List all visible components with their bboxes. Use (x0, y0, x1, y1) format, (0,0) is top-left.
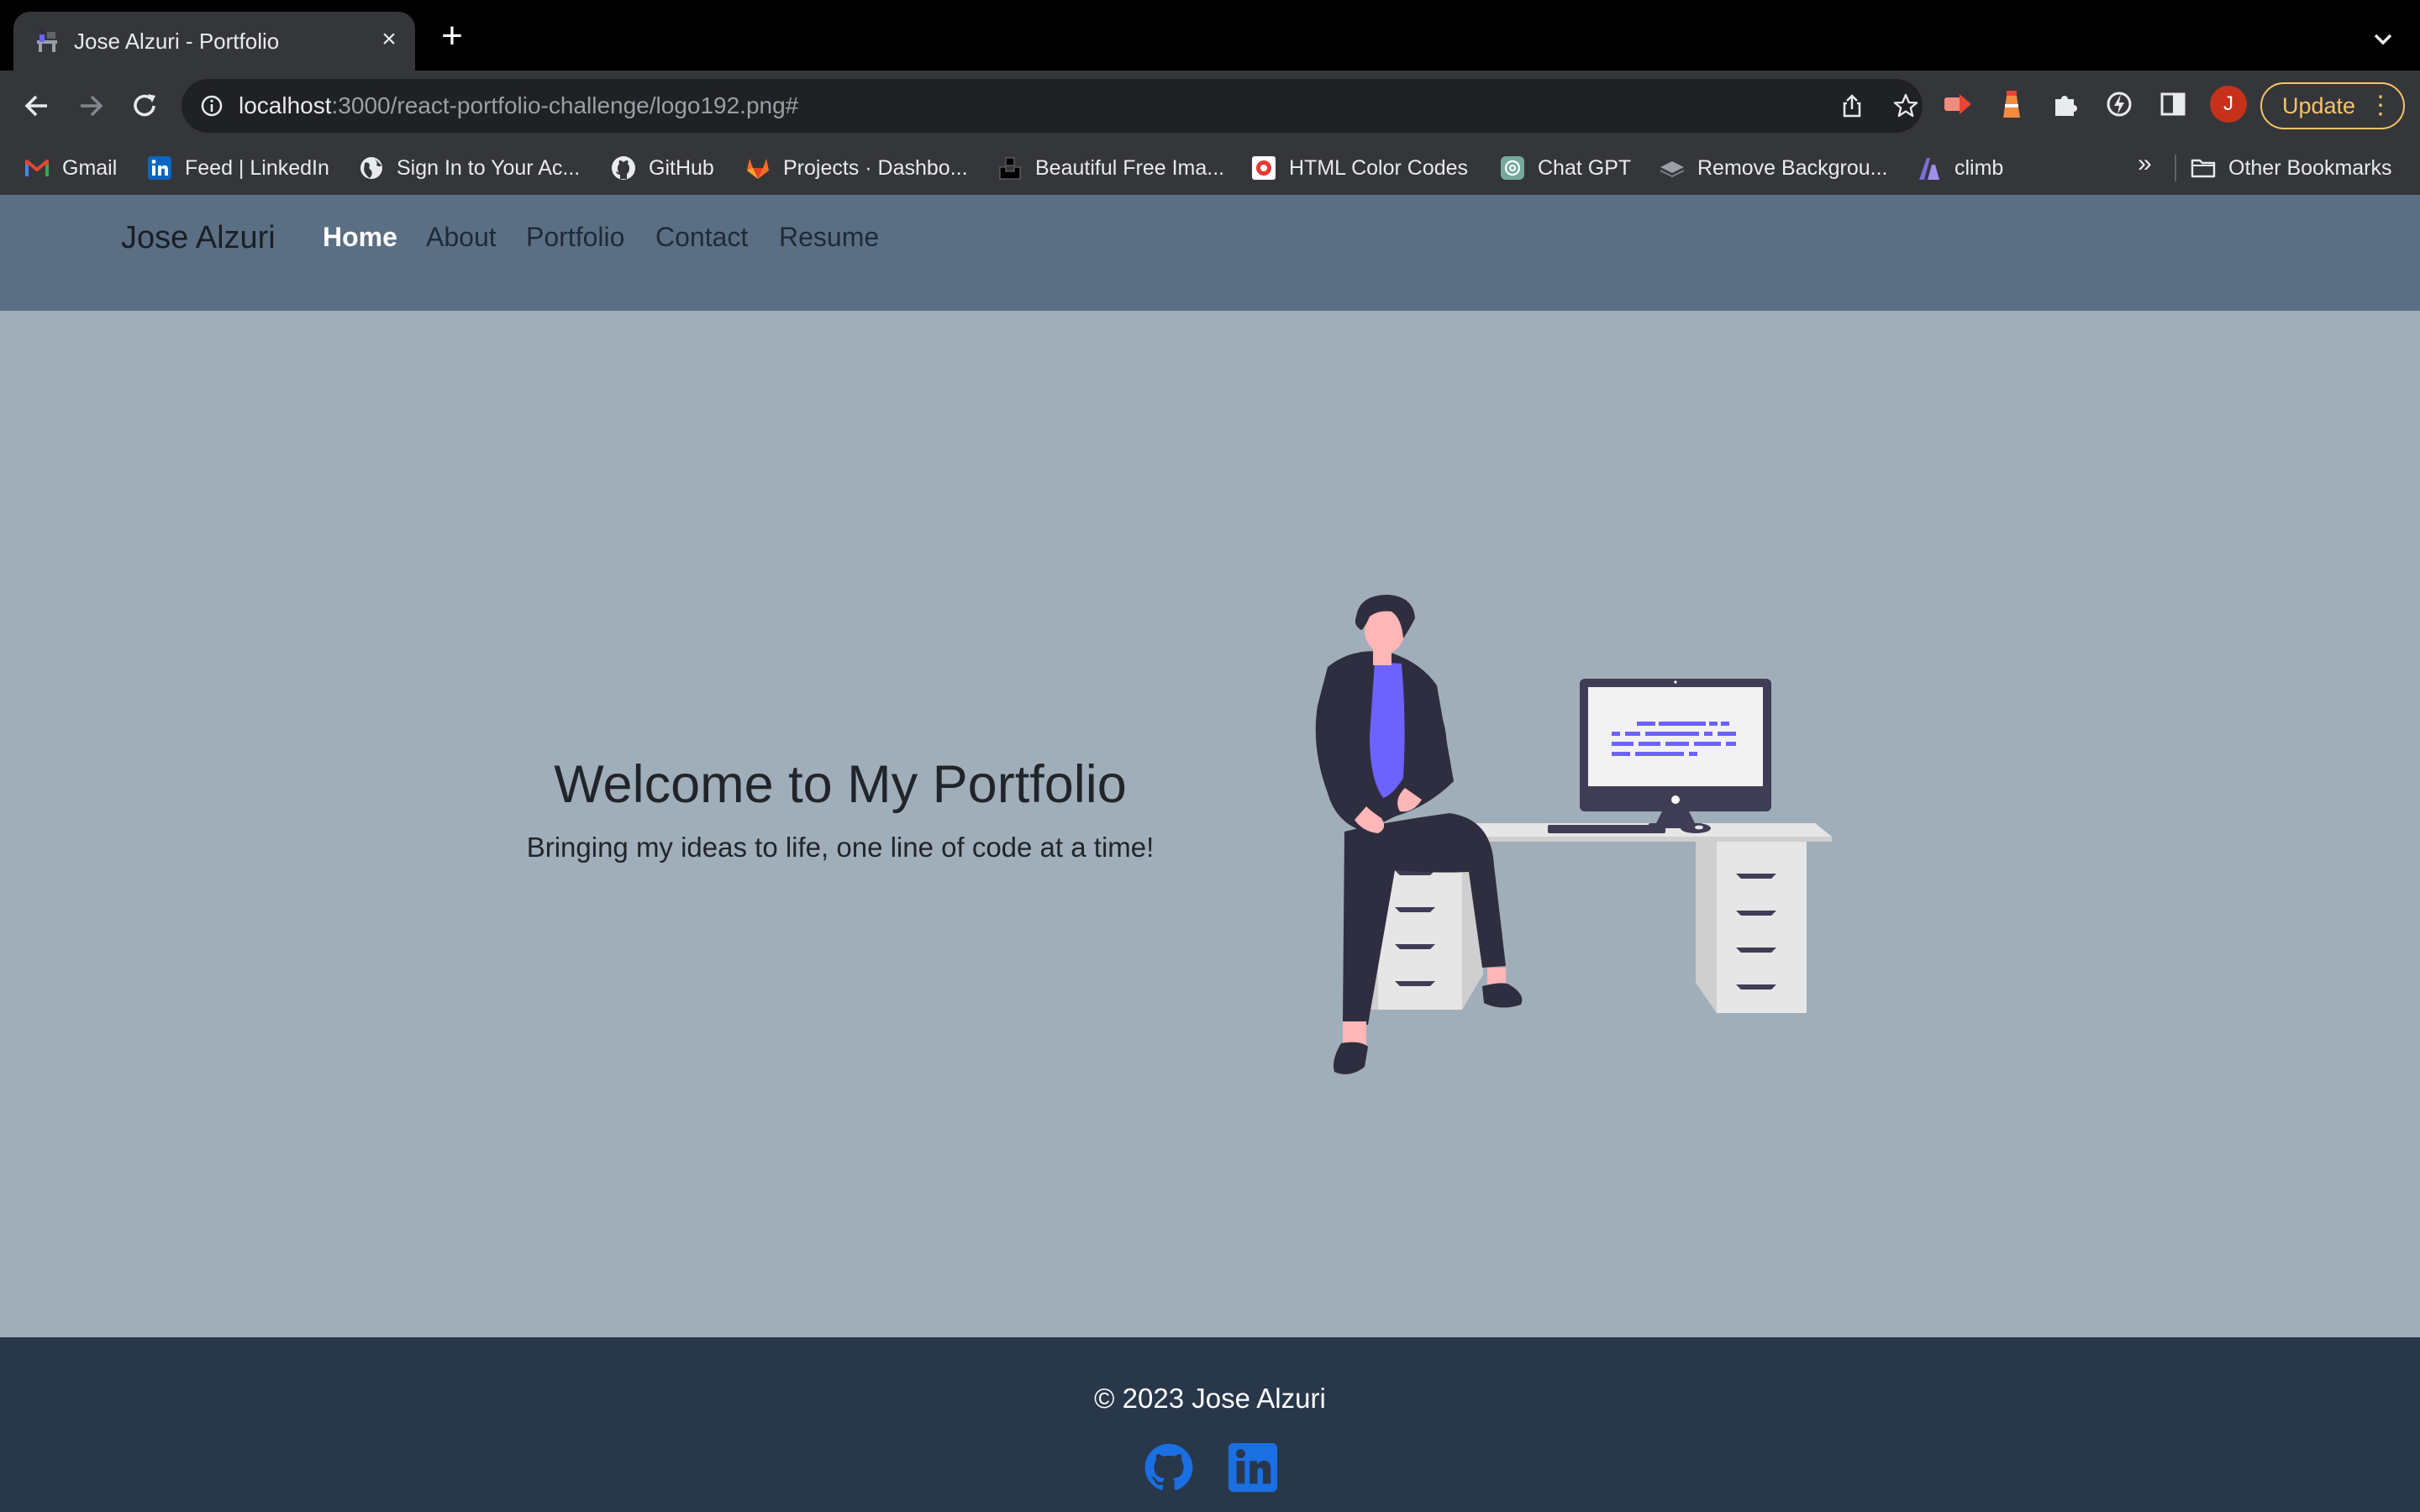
bookmark-label: Gmail (62, 155, 118, 180)
url-text[interactable]: localhost:3000/react-portfolio-challenge… (239, 92, 798, 119)
reload-icon[interactable] (126, 87, 163, 124)
url-path: :3000/react-portfolio-challenge/logo192.… (331, 92, 799, 118)
extension-arrow-icon[interactable] (1941, 87, 1975, 121)
tab-title: Jose Alzuri - Portfolio (74, 29, 280, 54)
browser-tab[interactable]: Jose Alzuri - Portfolio × (13, 12, 415, 71)
folder-icon (2191, 159, 2216, 178)
bookmark-label: Projects · Dashbo... (783, 155, 968, 180)
bookmark-chat-gpt[interactable]: Chat GPT (1499, 151, 1631, 185)
hero-section: Welcome to My Portfolio Bringing my idea… (0, 311, 2420, 1337)
person-shoe-right (1482, 983, 1523, 1008)
url-host: localhost (239, 92, 332, 118)
bookmark-github[interactable]: GitHub (610, 151, 714, 185)
bookmark-remove-background[interactable]: Remove Backgrou... (1659, 151, 1888, 185)
site-brand[interactable]: Jose Alzuri (121, 220, 276, 256)
share-icon[interactable] (1839, 92, 1865, 119)
site-navbar: Jose Alzuri Home About Portfolio Contact… (0, 195, 2420, 311)
site-footer: © 2023 Jose Alzuri (0, 1337, 2420, 1512)
bookmark-html-color-codes[interactable]: HTML Color Codes (1250, 151, 1468, 185)
update-label: Update (2282, 93, 2356, 118)
hero-title: Welcome to My Portfolio (554, 755, 1127, 814)
bookmark-star-icon[interactable] (1892, 92, 1919, 119)
bookmark-label: Feed | LinkedIn (185, 155, 329, 180)
more-bookmarks-button[interactable]: » (2138, 150, 2152, 178)
layers-icon (1660, 161, 1684, 177)
bookmark-label: Remove Backgrou... (1697, 155, 1888, 180)
browser-toolbar: localhost:3000/react-portfolio-challenge… (0, 71, 2420, 141)
color-picker-icon (1252, 156, 1276, 180)
more-menu-icon[interactable]: ⋮ (2368, 84, 2393, 128)
github-icon[interactable] (1143, 1441, 1195, 1494)
climb-icon (1919, 158, 1939, 180)
nav-link-resume[interactable]: Resume (779, 222, 879, 253)
bookmark-label: Beautiful Free Ima... (1035, 155, 1225, 180)
gitlab-icon (747, 159, 769, 179)
chatgpt-icon (1501, 156, 1524, 180)
site-info-icon[interactable] (200, 94, 224, 118)
developer-at-desk-illustration (1315, 595, 1832, 1074)
desk-edge (1428, 837, 1832, 842)
forward-arrow-icon[interactable] (72, 87, 109, 124)
extension-speed-icon[interactable] (2102, 87, 2136, 121)
hero-subtitle: Bringing my ideas to life, one line of c… (526, 832, 1155, 863)
monitor-screen (1588, 687, 1763, 786)
other-bookmarks-folder[interactable]: Other Bookmarks (2190, 151, 2392, 185)
bookmark-gmail[interactable]: Gmail (24, 151, 117, 185)
bookmark-label: Sign In to Your Ac... (397, 155, 581, 180)
linkedin-icon (148, 156, 171, 180)
nav-link-about[interactable]: About (426, 222, 497, 253)
bookmarks-divider (2175, 155, 2176, 181)
linkedin-icon[interactable] (1227, 1441, 1279, 1494)
bookmark-label: Chat GPT (1538, 155, 1632, 180)
tab-close-icon[interactable]: × (375, 25, 403, 54)
bookmark-climb[interactable]: climb (1916, 151, 2003, 185)
bookmark-unsplash[interactable]: Beautiful Free Ima... (997, 151, 1224, 185)
profile-avatar[interactable]: J (2210, 86, 2247, 123)
globe-icon (360, 157, 382, 179)
update-button[interactable]: Update ⋮ (2260, 82, 2405, 129)
new-tab-icon[interactable]: + (435, 18, 469, 55)
portfolio-favicon-icon (37, 29, 57, 52)
extension-lighthouse-icon[interactable] (1995, 87, 2028, 121)
bookmark-label: climb (1954, 155, 2004, 180)
nav-link-home[interactable]: Home (323, 222, 397, 253)
footer-copyright: © 2023 Jose Alzuri (1094, 1383, 1326, 1414)
extensions-puzzle-icon[interactable] (2049, 87, 2082, 121)
gmail-icon (25, 160, 49, 176)
bookmark-gitlab[interactable]: Projects · Dashbo... (744, 151, 968, 185)
address-bar[interactable]: localhost:3000/react-portfolio-challenge… (182, 79, 1923, 133)
person-shirt (1370, 662, 1405, 798)
unsplash-icon (999, 157, 1021, 180)
person-shoe-left (1334, 1042, 1368, 1074)
bookmark-sign-in[interactable]: Sign In to Your Ac... (358, 151, 580, 185)
bookmarks-bar: Gmail Feed | LinkedIn Sign In to Your Ac… (0, 141, 2420, 195)
back-arrow-icon[interactable] (18, 87, 55, 124)
bookmark-label: GitHub (649, 155, 714, 180)
side-panel-icon[interactable] (2156, 87, 2190, 121)
tab-list-chevron-icon[interactable] (2368, 24, 2398, 54)
nav-link-portfolio[interactable]: Portfolio (526, 222, 624, 253)
other-bookmarks-label: Other Bookmarks (2228, 155, 2392, 180)
bookmark-label: HTML Color Codes (1289, 155, 1469, 180)
github-icon (612, 156, 635, 180)
nav-link-contact[interactable]: Contact (655, 222, 748, 253)
keyboard (1548, 825, 1665, 833)
bookmark-linkedin[interactable]: Feed | LinkedIn (146, 151, 329, 185)
browser-tab-strip: Jose Alzuri - Portfolio × + (0, 0, 2420, 71)
